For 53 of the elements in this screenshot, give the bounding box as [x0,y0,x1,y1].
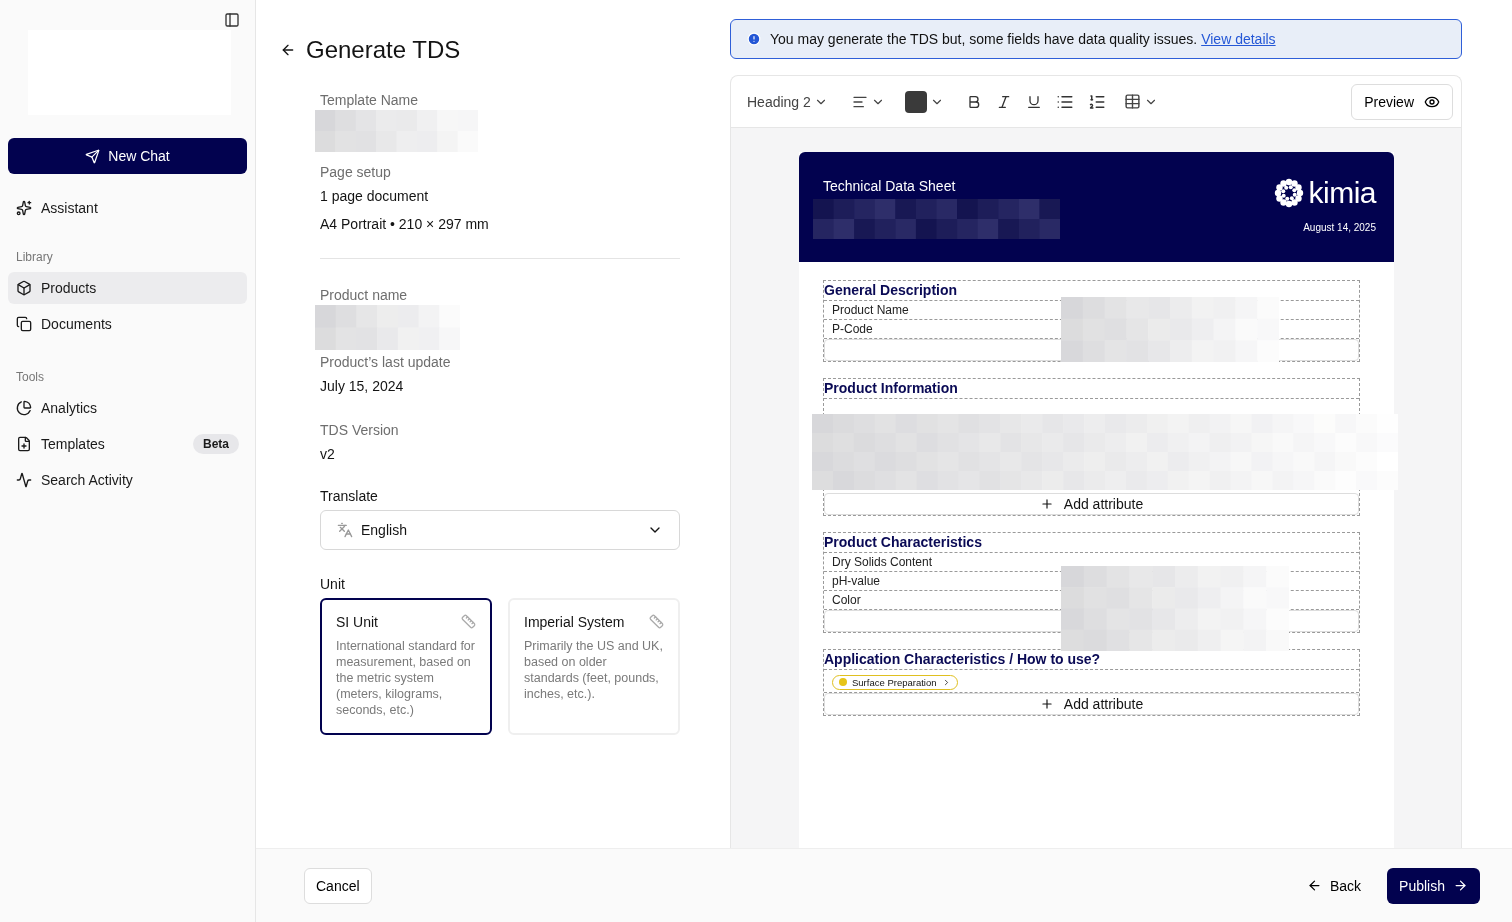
sidebar-item[interactable]: Templates Beta [8,428,247,460]
field-label: TDS Version [320,421,400,440]
publish-button[interactable]: Publish [1387,867,1480,904]
attribute-name: Color [832,593,861,607]
sidebar-item-label: Search Activity [41,472,133,488]
sidebar-item[interactable]: Assistant [8,192,247,224]
field-label: Unit [320,576,346,592]
field-label: Template Name [320,91,420,110]
field-value: A4 Portrait • 210 × 297 mm [320,215,490,234]
block-style-dropdown[interactable]: Heading 2 [747,93,828,110]
unit-description: Primarily the US and UK, based on older standards (feet, pounds, inches, etc.). [524,638,664,702]
unit-title: Imperial System [524,614,625,630]
preview-button[interactable]: Preview [1351,83,1453,120]
back-button[interactable]: Back [1300,876,1368,895]
sidebar-item-label: Documents [41,316,112,332]
section-heading: Product Characteristics [824,533,1359,553]
banner-message: You may generate the TDS but, some fields have data quality issues. View details [770,31,1276,47]
unit-option-card[interactable]: Imperial System Primarily the US and UK, based on older standards (feet, pounds, inches, etc.). [508,598,680,735]
field-label: Product name [320,286,409,305]
brand-name: kimia [1308,178,1376,208]
field-label: Product’s last update [320,353,452,372]
document-date: August 14, 2025 [1302,222,1376,233]
sidebar-item[interactable]: Search Activity [8,464,247,496]
field-value: July 15, 2024 [320,377,405,396]
add-attribute-button[interactable]: Add attribute [824,493,1359,515]
field-value: 1 page document [320,187,430,206]
field-value: v2 [320,445,336,464]
section-heading: Tools [15,370,45,384]
add-attribute-button[interactable]: Add attribute [824,693,1359,715]
field-label: Page setup [320,163,392,182]
attribute-name: P-Code [832,322,873,336]
unit-description: International standard for measurement, based on the metric system (meters, kilograms, seconds, etc.) [336,638,476,718]
attribute-name: pH-value [832,574,881,588]
section-heading: Library [15,250,54,264]
sidebar-item[interactable]: Documents [8,308,247,340]
sidebar-item-label: Analytics [41,400,98,416]
sidebar-item[interactable]: Analytics [8,392,247,424]
language-select[interactable]: English [320,510,680,550]
section-heading: Product Information [824,379,1359,399]
sidebar-item-label: Templates [41,436,105,452]
new-chat-button[interactable]: New Chat [8,138,247,174]
beta-badge: Beta [193,434,239,454]
attribute-name: Product Name [832,303,909,317]
document-title: Technical Data Sheet [823,178,956,194]
sidebar-item-label: Products [41,280,97,296]
attribute-name: Dry Solids Content [832,555,933,569]
page-title: Generate TDS [306,36,461,64]
unit-title: SI Unit [336,614,378,630]
view-details-link[interactable]: View details [1201,31,1276,47]
cancel-button[interactable]: Cancel [304,867,372,904]
unit-option-card[interactable]: SI Unit International standard for measurement, based on the metric system (meters, kilograms, seconds, etc.) [320,598,492,735]
field-label: Translate [320,488,379,504]
sidebar-item[interactable]: Products [8,272,247,304]
